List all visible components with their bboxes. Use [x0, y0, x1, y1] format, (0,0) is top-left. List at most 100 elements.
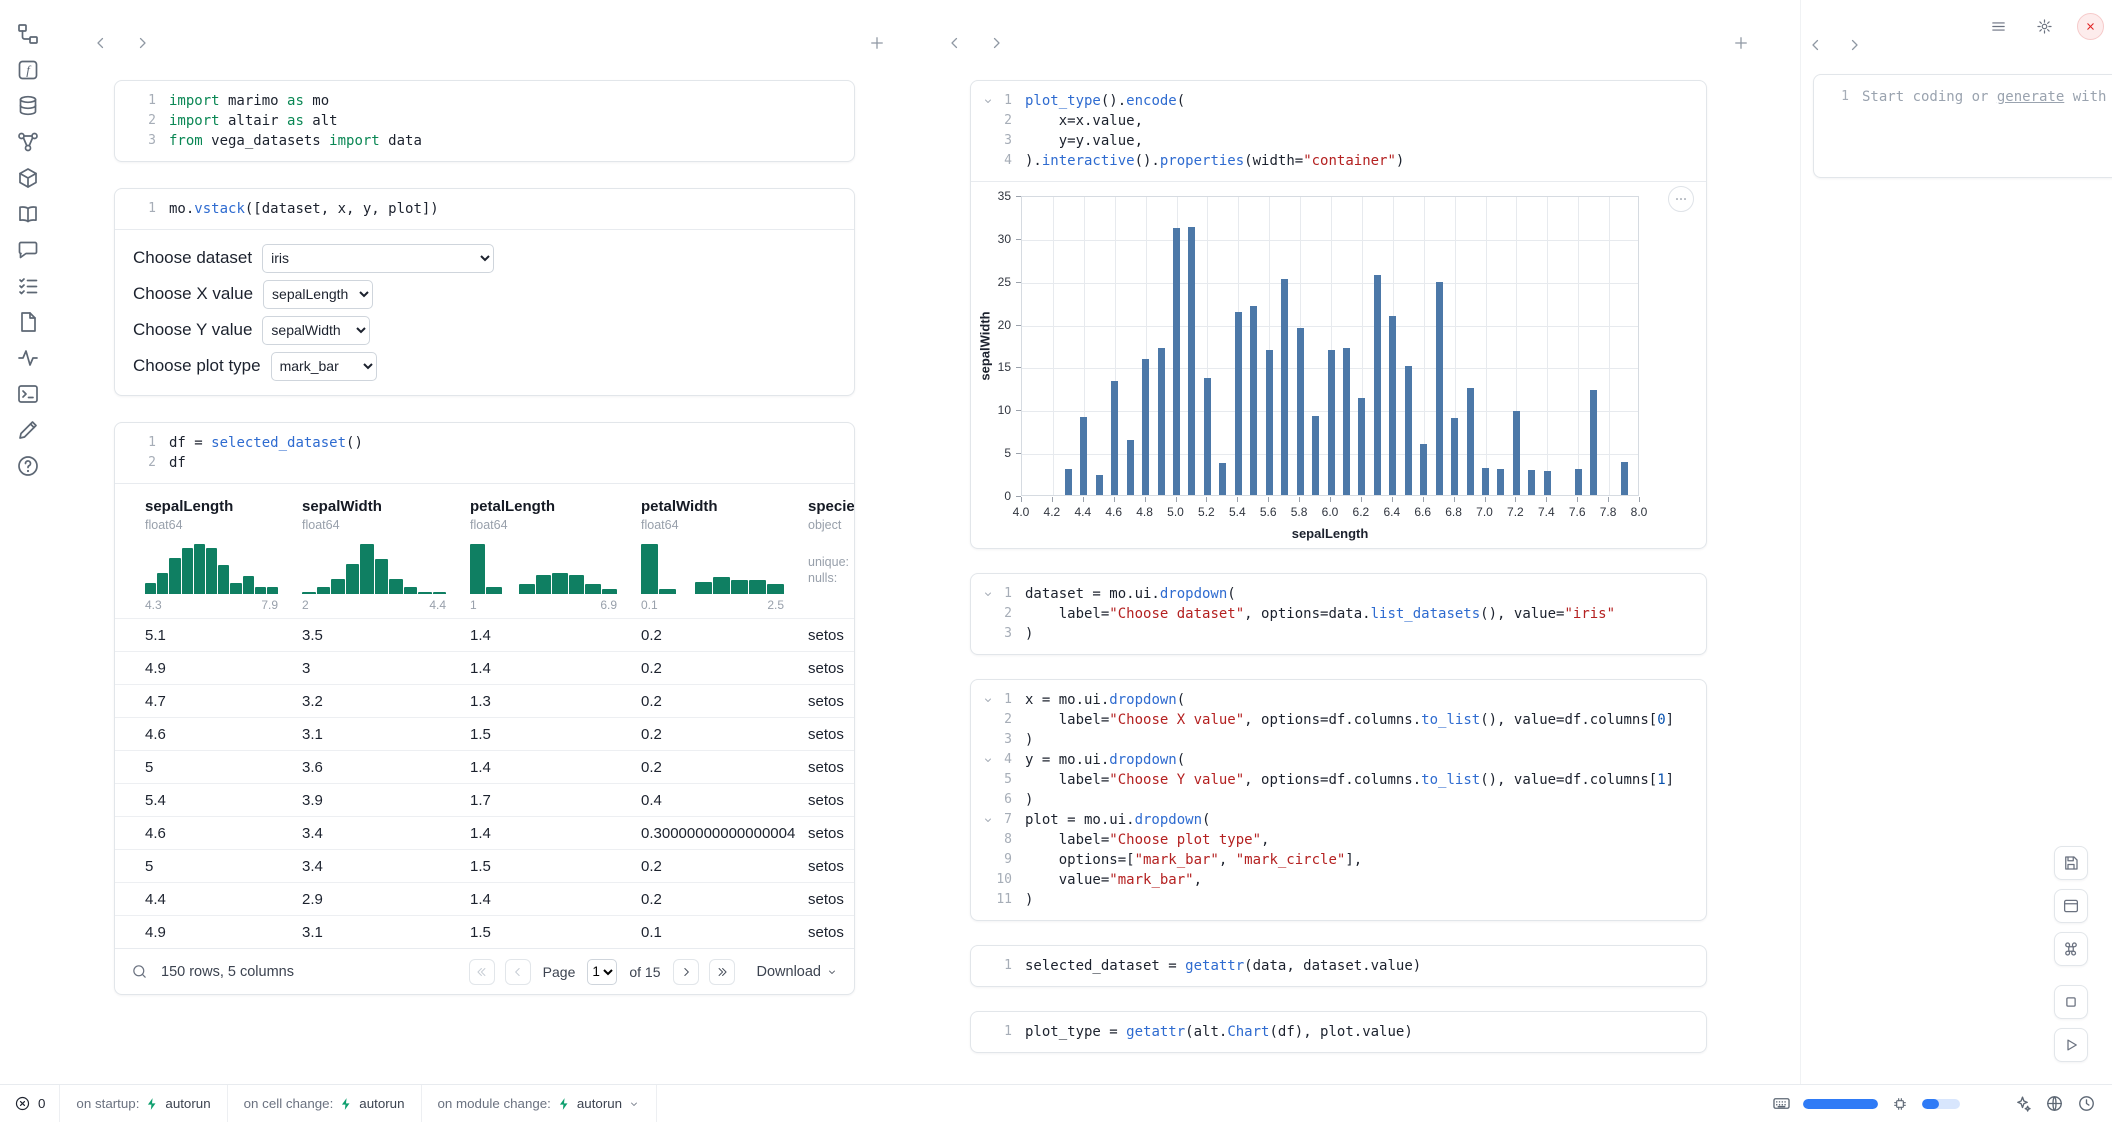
- panel-scroll-left-button[interactable]: [1803, 32, 1829, 58]
- hist-max: 7.9: [261, 598, 278, 612]
- generate-link[interactable]: generate: [1997, 89, 2064, 105]
- column-header[interactable]: speciesobject: [808, 498, 854, 532]
- code-editor[interactable]: 1mo.vstack([dataset, x, y, plot]): [115, 189, 854, 229]
- errors-indicator[interactable]: 0: [0, 1085, 59, 1122]
- app-view-button[interactable]: [2054, 889, 2088, 923]
- file-explorer-icon[interactable]: [16, 22, 40, 46]
- table-row[interactable]: 53.61.40.2setos: [115, 750, 854, 783]
- table-row[interactable]: 4.63.41.40.30000000000000004setos: [115, 816, 854, 849]
- code-editor[interactable]: 1plot_type().encode(2 x=x.value,3 y=y.va…: [971, 81, 1706, 181]
- ai-sparkle-icon[interactable]: [2012, 1094, 2032, 1114]
- table-row[interactable]: 4.73.21.30.2setos: [115, 684, 854, 717]
- column-scroll-right-button[interactable]: [983, 30, 1009, 56]
- keyboard-icon[interactable]: [1771, 1094, 1791, 1114]
- autorun-on-module-change[interactable]: on module change: autorun: [422, 1085, 657, 1122]
- help-icon[interactable]: [16, 454, 40, 478]
- column-header[interactable]: sepalLengthfloat64: [145, 498, 302, 532]
- line-number: 5: [997, 770, 1012, 790]
- autorun-on-startup[interactable]: on startup:autorun: [60, 1085, 226, 1122]
- code-editor[interactable]: 1import marimo as mo2import altair as al…: [115, 81, 854, 161]
- column-name: petalWidth: [641, 498, 808, 515]
- terminal-icon[interactable]: [16, 382, 40, 406]
- caret-down-icon: [628, 1098, 640, 1110]
- table-cell: 3.2: [302, 693, 470, 710]
- chart-actions-icon[interactable]: [1668, 186, 1694, 212]
- fold-caret-icon: [982, 694, 995, 707]
- scratch-cell[interactable]: 1 Start coding or generate with AI: [1813, 74, 2112, 178]
- last-page-button[interactable]: [709, 959, 735, 985]
- column-scroll-right-button[interactable]: [129, 30, 155, 56]
- chart-bar: [1467, 388, 1474, 495]
- tasks-icon[interactable]: [16, 274, 40, 298]
- y-axis-title: sepalWidth: [978, 311, 993, 380]
- chart-bar: [1219, 463, 1226, 495]
- code-editor[interactable]: 1dataset = mo.ui.dropdown(2 label="Choos…: [971, 574, 1706, 654]
- table-row[interactable]: 4.63.11.50.2setos: [115, 717, 854, 750]
- table-row[interactable]: 4.42.91.40.2setos: [115, 882, 854, 915]
- table-cell: 3.1: [302, 726, 470, 743]
- autorun-on-cell-change[interactable]: on cell change:autorun: [228, 1085, 421, 1122]
- column-scroll-left-button[interactable]: [942, 30, 968, 56]
- column-header[interactable]: petalWidthfloat64: [641, 498, 808, 532]
- choose-y-value-select[interactable]: sepalWidth: [262, 316, 370, 345]
- next-page-button[interactable]: [673, 959, 699, 985]
- dependency-graph-icon[interactable]: [16, 130, 40, 154]
- column-header[interactable]: petalLengthfloat64: [470, 498, 641, 532]
- functions-icon[interactable]: f: [16, 58, 40, 82]
- autorun-label: on cell change:: [244, 1096, 334, 1111]
- table-row[interactable]: 4.931.40.2setos: [115, 651, 854, 684]
- menu-icon[interactable]: [1985, 14, 2011, 40]
- add-cell-button[interactable]: [864, 30, 890, 56]
- panel-scroll-right-button[interactable]: [1841, 32, 1867, 58]
- histogram: [470, 542, 617, 594]
- first-page-button[interactable]: [469, 959, 495, 985]
- save-button[interactable]: [2054, 846, 2088, 880]
- line-number: 4: [997, 151, 1012, 171]
- hist-max: 2.5: [767, 598, 784, 612]
- datasources-icon[interactable]: [16, 94, 40, 118]
- code-editor[interactable]: 1x = mo.ui.dropdown(2 label="Choose X va…: [971, 680, 1706, 920]
- table-search-icon[interactable]: [131, 962, 151, 982]
- previous-page-button[interactable]: [505, 959, 531, 985]
- chart-plot-area[interactable]: [1021, 196, 1639, 496]
- settings-gear-icon[interactable]: [2031, 14, 2057, 40]
- table-row[interactable]: 5.13.51.40.2setos: [115, 618, 854, 651]
- add-cell-button[interactable]: [1728, 30, 1754, 56]
- table-row[interactable]: 4.93.11.50.1setos: [115, 915, 854, 948]
- chat-icon[interactable]: [16, 238, 40, 262]
- runtime-clock-icon[interactable]: [2076, 1094, 2096, 1114]
- interrupt-button[interactable]: [2054, 985, 2088, 1019]
- documentation-icon[interactable]: [16, 202, 40, 226]
- table-cell: 0.30000000000000004: [641, 825, 808, 842]
- scratchpad-icon[interactable]: [16, 418, 40, 442]
- keyboard-shortcuts-button[interactable]: [2054, 932, 2088, 966]
- page-select[interactable]: 1: [587, 959, 617, 985]
- x-tick-label: 6.8: [1445, 505, 1462, 519]
- download-button[interactable]: Download: [757, 964, 839, 980]
- table-cell: 0.2: [641, 627, 808, 644]
- code-editor[interactable]: 1df = selected_dataset()2df: [115, 423, 854, 483]
- run-all-button[interactable]: [2054, 1028, 2088, 1062]
- table-cell: 1.4: [470, 825, 641, 842]
- table-row[interactable]: 5.43.91.70.4setos: [115, 783, 854, 816]
- shutdown-close-icon[interactable]: [2077, 13, 2104, 40]
- column-header[interactable]: sepalWidthfloat64: [302, 498, 470, 532]
- code-editor[interactable]: 1plot_type = getattr(alt.Chart(df), plot…: [971, 1012, 1706, 1052]
- table-cell: setos: [808, 825, 854, 842]
- column-scroll-left-button[interactable]: [88, 30, 114, 56]
- snippets-icon[interactable]: [16, 310, 40, 334]
- choose-plot-type-select[interactable]: mark_bar: [271, 352, 377, 381]
- autorun-value: autorun: [577, 1096, 622, 1111]
- chart-bar: [1235, 312, 1242, 495]
- line-number: 1: [141, 199, 156, 219]
- code-editor[interactable]: 1selected_dataset = getattr(data, datase…: [971, 946, 1706, 986]
- x-tick-label: 4.8: [1136, 505, 1153, 519]
- autorun-label: on module change:: [438, 1096, 551, 1111]
- choose-dataset-select[interactable]: iris: [262, 244, 494, 273]
- tracebacks-icon[interactable]: [16, 346, 40, 370]
- choose-x-value-select[interactable]: sepalLength: [263, 280, 373, 309]
- chart-bar: [1127, 440, 1134, 495]
- connection-icon[interactable]: [2044, 1094, 2064, 1114]
- packages-icon[interactable]: [16, 166, 40, 190]
- table-row[interactable]: 53.41.50.2setos: [115, 849, 854, 882]
